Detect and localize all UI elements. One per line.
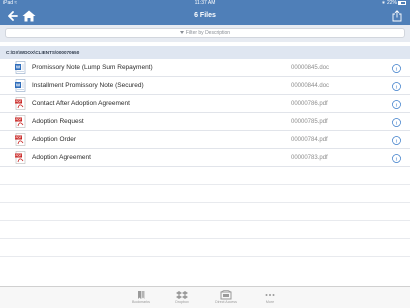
filter-icon <box>179 31 184 35</box>
svg-text:i: i <box>396 85 398 91</box>
direct-access-icon <box>220 290 232 300</box>
status-bar: iPad ≈ 11:37 AM ∗ 22% <box>0 0 410 7</box>
battery-icon <box>398 0 406 5</box>
filter-bar: Filter by Description <box>0 25 410 42</box>
svg-text:i: i <box>396 157 398 163</box>
empty-row <box>0 239 410 257</box>
file-id: 00000844.doc <box>291 83 330 89</box>
file-row[interactable]: PDF Contact After Adoption Agreement 000… <box>0 95 410 113</box>
file-row[interactable]: PDF Adoption Agreement 00000783.pdf i <box>0 149 410 167</box>
file-name: Adoption Agreement <box>32 154 91 161</box>
svg-text:i: i <box>396 103 398 109</box>
word-document-icon: W <box>15 79 26 92</box>
word-document-icon: W <box>15 61 26 74</box>
svg-text:PDF: PDF <box>16 154 22 158</box>
tab-label: More <box>265 300 275 304</box>
file-id: 00000786.pdf <box>291 101 328 107</box>
page-title: 6 Files <box>194 12 216 19</box>
file-name: Adoption Request <box>32 118 84 125</box>
filter-input[interactable]: Filter by Description <box>5 28 405 38</box>
empty-row <box>0 167 410 185</box>
svg-text:i: i <box>396 67 398 73</box>
tab-direct-access[interactable]: Direct Access <box>201 287 251 308</box>
file-name: Adoption Order <box>32 136 77 143</box>
file-row[interactable]: W Installment Promissory Note (Secured) … <box>0 77 410 95</box>
tab-dropbox[interactable]: Dropbox <box>157 287 207 308</box>
empty-row <box>0 203 410 221</box>
bookmarks-icon <box>138 291 145 299</box>
tab-label: Direct Access <box>215 300 237 304</box>
file-row[interactable]: PDF Adoption Request 00000785.pdf i <box>0 113 410 131</box>
file-id: 00000783.pdf <box>291 155 328 161</box>
svg-text:i: i <box>396 121 398 127</box>
dropbox-icon <box>176 291 188 299</box>
status-time: 11:37 AM <box>194 0 216 6</box>
file-list: W Promissory Note (Lump Sum Repayment) 0… <box>0 59 410 257</box>
svg-text:PDF: PDF <box>16 118 22 122</box>
info-icon[interactable]: i <box>392 100 401 109</box>
share-icon[interactable] <box>392 10 402 22</box>
info-icon[interactable]: i <box>392 154 401 163</box>
tab-more[interactable]: More <box>245 287 295 308</box>
more-icon <box>265 294 275 296</box>
svg-text:PDF: PDF <box>16 136 22 140</box>
tab-bar: Bookmarks Dropbox Direct Access More <box>0 286 410 308</box>
pdf-document-icon: PDF <box>15 115 26 128</box>
info-icon[interactable]: i <box>392 64 401 73</box>
pdf-document-icon: PDF <box>15 151 26 164</box>
pdf-document-icon: PDF <box>15 97 26 110</box>
filter-placeholder: Filter by Description <box>185 30 231 36</box>
file-name: Installment Promissory Note (Secured) <box>32 82 144 89</box>
file-row[interactable]: PDF Adoption Order 00000784.pdf i <box>0 131 410 149</box>
file-name: Promissory Note (Lump Sum Repayment) <box>32 64 153 71</box>
tab-label: Dropbox <box>175 300 189 304</box>
svg-text:PDF: PDF <box>16 100 22 104</box>
info-icon[interactable]: i <box>392 118 401 127</box>
svg-text:i: i <box>396 139 398 145</box>
empty-row <box>0 185 410 203</box>
info-icon[interactable]: i <box>392 82 401 91</box>
file-row[interactable]: W Promissory Note (Lump Sum Repayment) 0… <box>0 59 410 77</box>
file-id: 00000784.pdf <box>291 137 328 143</box>
info-icon[interactable]: i <box>392 136 401 145</box>
file-id: 00000785.pdf <box>291 119 328 125</box>
file-name: Contact After Adoption Agreement <box>32 100 130 107</box>
battery-status: ∗ 22% <box>381 0 406 7</box>
file-id: 00000845.doc <box>291 65 330 71</box>
pdf-document-icon: PDF <box>15 133 26 146</box>
navigation-bar: 6 Files <box>0 7 410 25</box>
empty-row <box>0 221 410 239</box>
folder-path: C:\DX\WDOX\CLIENTS\000070650 <box>0 46 410 59</box>
